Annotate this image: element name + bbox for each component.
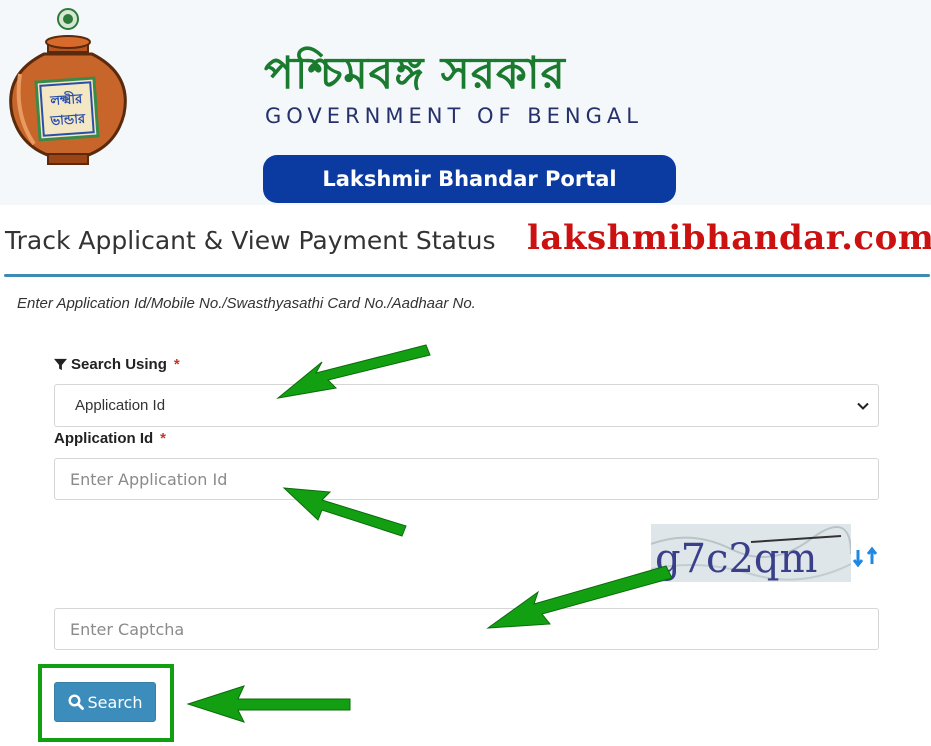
search-using-label: Search Using * [54, 356, 180, 373]
site-header: লক্ষ্মীর ভান্ডার পশ্চিমবঙ্গ সরকার GOVERN… [0, 0, 931, 205]
search-button[interactable]: Search [54, 682, 156, 722]
captcha-input[interactable] [54, 608, 879, 650]
application-id-label: Application Id * [54, 430, 166, 447]
svg-text:ভান্ডার: ভান্ডার [49, 112, 87, 130]
search-icon [68, 694, 84, 710]
lakshmir-bhandar-logo: লক্ষ্মীর ভান্ডার [9, 8, 127, 165]
arrow-to-search-button [186, 685, 351, 723]
government-title: GOVERNMENT OF BENGAL [265, 104, 643, 128]
application-id-input[interactable] [54, 458, 879, 500]
search-using-text: Search Using [71, 356, 167, 373]
captcha-text: g7c2qm [655, 536, 817, 582]
site-watermark: lakshmibhandar.com [527, 218, 931, 258]
captcha-image: g7c2qm [651, 524, 851, 582]
page-title: Track Applicant & View Payment Status [5, 226, 496, 255]
search-button-label: Search [87, 692, 143, 712]
chevron-down-icon [857, 402, 869, 410]
search-using-value: Application Id [75, 397, 166, 414]
instruction-text: Enter Application Id/Mobile No./Swasthya… [17, 295, 476, 312]
bengali-title: পশ্চিমবঙ্গ সরকার [264, 48, 566, 99]
portal-title-button[interactable]: Lakshmir Bhandar Portal [263, 155, 676, 203]
required-mark: * [173, 356, 180, 373]
search-using-select[interactable]: Application Id [54, 384, 879, 427]
required-mark: * [160, 430, 167, 447]
filter-icon [54, 358, 67, 371]
title-divider [4, 274, 930, 277]
application-id-text: Application Id [54, 430, 154, 447]
refresh-icon[interactable] [852, 544, 880, 570]
